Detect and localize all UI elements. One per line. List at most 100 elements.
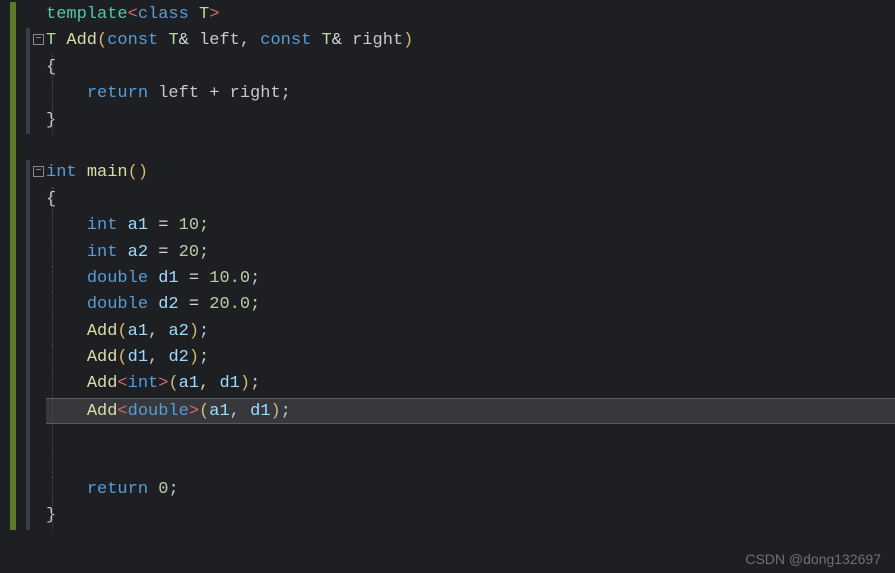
gutter-line: − [0,160,46,186]
code-text: return left + right; [46,84,291,103]
gutter-guide [26,292,30,318]
indent-guide [52,345,53,371]
gutter-guide [26,345,30,371]
change-marker [10,160,16,186]
watermark-text: CSDN @dong132697 [745,551,881,567]
indent-guide [52,371,53,397]
change-marker [10,187,16,213]
gutter-guide [26,187,30,213]
change-marker [10,503,16,529]
change-marker [10,266,16,292]
gutter-guide [26,424,30,450]
indent-guide [52,55,53,81]
change-marker [10,2,16,28]
code-line[interactable]: Add(a1, a2); [46,319,895,345]
gutter-line [0,345,46,371]
code-text: Add<int>(a1, d1); [46,374,260,393]
change-marker [10,292,16,318]
indent-guide [52,108,53,134]
gutter-guide [26,213,30,239]
indent-guide [52,477,53,503]
gutter: −− [0,2,46,573]
code-line[interactable]: int a2 = 20; [46,240,895,266]
change-marker [10,477,16,503]
gutter-guide [26,160,30,186]
code-line[interactable]: template<class T> [46,2,895,28]
indent-guide [52,424,53,450]
gutter-line [0,134,46,160]
change-marker [10,81,16,107]
code-text: double d2 = 20.0; [46,295,260,314]
gutter-guide [26,503,30,529]
code-text: return 0; [46,480,179,499]
change-marker [10,451,16,477]
code-line[interactable]: return left + right; [46,81,895,107]
gutter-line [0,266,46,292]
code-text: int a1 = 10; [46,216,209,235]
fold-icon[interactable]: − [33,166,44,177]
indent-guide [52,451,53,477]
gutter-line [0,213,46,239]
code-line[interactable]: double d1 = 10.0; [46,266,895,292]
indent-guide [52,503,53,529]
gutter-line [0,2,46,28]
code-line[interactable]: Add<int>(a1, d1); [46,371,895,397]
gutter-guide [26,108,30,134]
code-editor[interactable]: −− template<class T>T Add(const T& left,… [0,0,895,573]
code-line[interactable]: { [46,187,895,213]
indent-guide [52,81,53,107]
code-line[interactable] [46,134,895,160]
change-marker [10,213,16,239]
gutter-line [0,477,46,503]
gutter-guide [26,240,30,266]
code-line[interactable]: } [46,503,895,529]
gutter-line [0,240,46,266]
change-marker [10,134,16,160]
indent-guide [52,266,53,292]
code-line[interactable]: } [46,108,895,134]
gutter-guide [26,451,30,477]
gutter-guide [26,371,30,397]
code-text: double d1 = 10.0; [46,269,260,288]
change-marker [10,28,16,54]
gutter-guide [26,55,30,81]
code-line[interactable]: { [46,55,895,81]
gutter-line [0,108,46,134]
change-marker [10,319,16,345]
gutter-line [0,371,46,397]
code-line[interactable]: Add(d1, d2); [46,345,895,371]
code-area[interactable]: template<class T> T Add(const T& left, co… [46,2,895,573]
fold-icon[interactable]: − [33,34,44,45]
change-marker [10,345,16,371]
code-text: int main() [46,163,148,182]
change-marker [10,424,16,450]
code-line[interactable]: double d2 = 20.0; [46,292,895,318]
change-marker [10,371,16,397]
change-marker [10,55,16,81]
code-text: T Add(const T& left, const T& right) [46,31,413,50]
gutter-guide [26,266,30,292]
gutter-line [0,319,46,345]
indent-guide [52,319,53,345]
code-line[interactable] [46,451,895,477]
gutter-guide [26,477,30,503]
gutter-guide [26,28,30,54]
change-marker [10,108,16,134]
gutter-line [0,451,46,477]
code-text: int a2 = 20; [46,243,209,262]
code-line[interactable]: int a1 = 10; [46,213,895,239]
gutter-line [0,81,46,107]
code-line[interactable] [46,424,895,450]
code-line[interactable]: Add<double>(a1, d1); [46,398,895,424]
indent-guide [52,292,53,318]
code-line[interactable]: T Add(const T& left, const T& right) [46,28,895,54]
code-line[interactable]: return 0; [46,477,895,503]
gutter-guide [26,398,30,424]
code-line[interactable]: int main() [46,160,895,186]
gutter-line: − [0,28,46,54]
code-text: Add(d1, d2); [46,348,209,367]
change-marker [10,240,16,266]
gutter-line [0,398,46,424]
change-marker [10,398,16,424]
code-text: Add(a1, a2); [46,322,209,341]
